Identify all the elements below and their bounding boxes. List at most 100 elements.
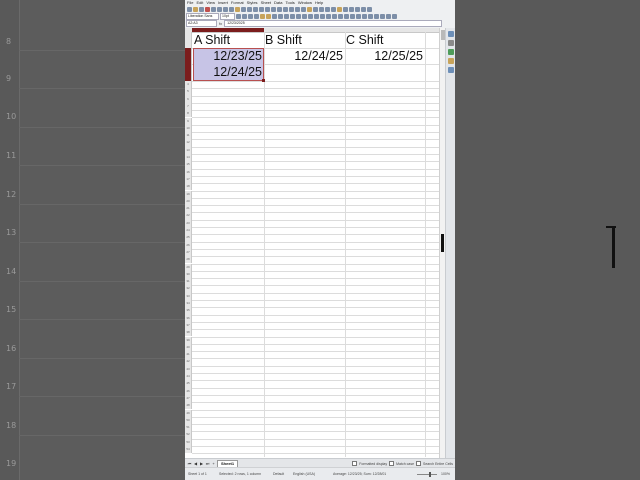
row-header-20[interactable]: 20	[185, 197, 192, 206]
row-header-37[interactable]: 37	[185, 321, 192, 330]
number-format-icon[interactable]	[338, 14, 343, 19]
row-header-18[interactable]: 18	[185, 183, 192, 191]
row-header-47[interactable]: 47	[185, 394, 192, 403]
row-header-43[interactable]: 43	[185, 365, 192, 373]
row-header-7[interactable]: 7	[185, 102, 192, 111]
define-print-area-icon[interactable]	[349, 7, 354, 12]
align-left-icon[interactable]	[272, 14, 277, 19]
percent-format-icon[interactable]	[332, 14, 337, 19]
cell-b2[interactable]: 12/24/25	[265, 48, 343, 64]
status-page-style[interactable]: Default	[273, 472, 284, 476]
align-right-icon[interactable]	[284, 14, 289, 19]
print-preview-icon[interactable]	[217, 7, 222, 12]
row-header-33[interactable]: 33	[185, 292, 192, 300]
row-header-17[interactable]: 17	[185, 175, 192, 184]
name-box[interactable]: A2:A3	[186, 20, 217, 27]
redo-icon[interactable]	[253, 7, 258, 12]
row-header-12[interactable]: 12	[185, 139, 192, 147]
show-draw-icon[interactable]	[367, 7, 372, 12]
styles-icon[interactable]	[448, 40, 454, 46]
row-header-46[interactable]: 46	[185, 387, 192, 395]
row-header-11[interactable]: 11	[185, 132, 192, 140]
functions-icon[interactable]	[448, 67, 454, 73]
row-header-53[interactable]: 53	[185, 438, 192, 446]
borders-icon[interactable]	[374, 14, 379, 19]
row-header-31[interactable]: 31	[185, 278, 192, 286]
row-header-19[interactable]: 19	[185, 190, 192, 198]
align-center-icon[interactable]	[278, 14, 283, 19]
comment-icon[interactable]	[337, 7, 342, 12]
row-header-22[interactable]: 22	[185, 212, 192, 220]
gallery-icon[interactable]	[448, 49, 454, 55]
decrease-indent-icon[interactable]	[368, 14, 373, 19]
column-icon[interactable]	[277, 7, 282, 12]
row-header-54[interactable]: 54	[185, 446, 192, 454]
row-header-25[interactable]: 25	[185, 234, 192, 242]
row-header-32[interactable]: 32	[185, 285, 192, 293]
zoom-level[interactable]: 100%	[441, 472, 450, 476]
increase-indent-icon[interactable]	[362, 14, 367, 19]
row-header-26[interactable]: 26	[185, 241, 192, 249]
next-sheet-icon[interactable]: ▶	[199, 461, 204, 466]
row-header-52[interactable]: 52	[185, 431, 192, 439]
row-header-51[interactable]: 51	[185, 424, 192, 432]
row-header-45[interactable]: 45	[185, 380, 192, 388]
headers-footers-icon[interactable]	[343, 7, 348, 12]
insert-image-icon[interactable]	[307, 7, 312, 12]
freeze-rows-icon[interactable]	[355, 7, 360, 12]
italic-icon[interactable]	[242, 14, 247, 19]
row-header-4[interactable]: 4	[185, 81, 192, 89]
sheet-grid[interactable]	[185, 28, 439, 458]
align-top-icon[interactable]	[308, 14, 313, 19]
row-header-15[interactable]: 15	[185, 161, 192, 169]
row-header-24[interactable]: 24	[185, 227, 192, 235]
add-decimal-icon[interactable]	[350, 14, 355, 19]
cell-c2[interactable]: 12/25/25	[346, 48, 423, 64]
zoom-slider-knob[interactable]	[429, 472, 431, 477]
strikethrough-icon[interactable]	[254, 14, 259, 19]
row-header-44[interactable]: 44	[185, 373, 192, 381]
row-header-14[interactable]: 14	[185, 154, 192, 162]
autofill-handle[interactable]	[262, 79, 265, 82]
row-header-16[interactable]: 16	[185, 168, 192, 176]
row-header-35[interactable]: 35	[185, 307, 192, 315]
export-pdf-icon[interactable]	[205, 7, 210, 12]
split-window-icon[interactable]	[361, 7, 366, 12]
currency-format-icon[interactable]	[326, 14, 331, 19]
row-header-36[interactable]: 36	[185, 314, 192, 322]
window-splitter[interactable]	[441, 234, 444, 252]
row-header-30[interactable]: 30	[185, 270, 192, 279]
conditional-format-icon[interactable]	[392, 14, 397, 19]
insert-chart-icon[interactable]	[313, 7, 318, 12]
last-sheet-icon[interactable]: ⏭	[205, 461, 210, 466]
row-header-9[interactable]: 9	[185, 117, 192, 125]
sort-icon[interactable]	[283, 7, 288, 12]
align-middle-icon[interactable]	[314, 14, 319, 19]
row-header-40[interactable]: 40	[185, 343, 192, 352]
justify-icon[interactable]	[290, 14, 295, 19]
row-header-48[interactable]: 48	[185, 402, 192, 410]
sort-ascending-icon[interactable]	[289, 7, 294, 12]
row-header-10[interactable]: 10	[185, 124, 192, 133]
row-header-8[interactable]: 8	[185, 110, 192, 118]
date-format-icon[interactable]	[344, 14, 349, 19]
spelling-icon[interactable]	[265, 7, 270, 12]
bold-icon[interactable]	[236, 14, 241, 19]
row-header-13[interactable]: 13	[185, 146, 192, 154]
status-language[interactable]: English (USA)	[293, 472, 315, 476]
column-header-d[interactable]	[425, 28, 439, 33]
find-replace-icon[interactable]	[259, 7, 264, 12]
font-size-box[interactable]: 10pt	[220, 13, 235, 20]
row-header-2[interactable]	[185, 48, 192, 64]
undo-icon[interactable]	[247, 7, 252, 12]
function-wizard-icon[interactable]: fx	[219, 21, 222, 26]
border-color-icon[interactable]	[386, 14, 391, 19]
paste-icon[interactable]	[235, 7, 240, 12]
wrap-text-icon[interactable]	[296, 14, 301, 19]
row-header-23[interactable]: 23	[185, 219, 192, 227]
font-name-box[interactable]: Liberation Sans	[186, 13, 219, 20]
row-header-41[interactable]: 41	[185, 351, 192, 359]
row-icon[interactable]	[271, 7, 276, 12]
first-sheet-icon[interactable]: ⏮	[187, 461, 192, 466]
highlight-color-icon[interactable]	[266, 14, 271, 19]
